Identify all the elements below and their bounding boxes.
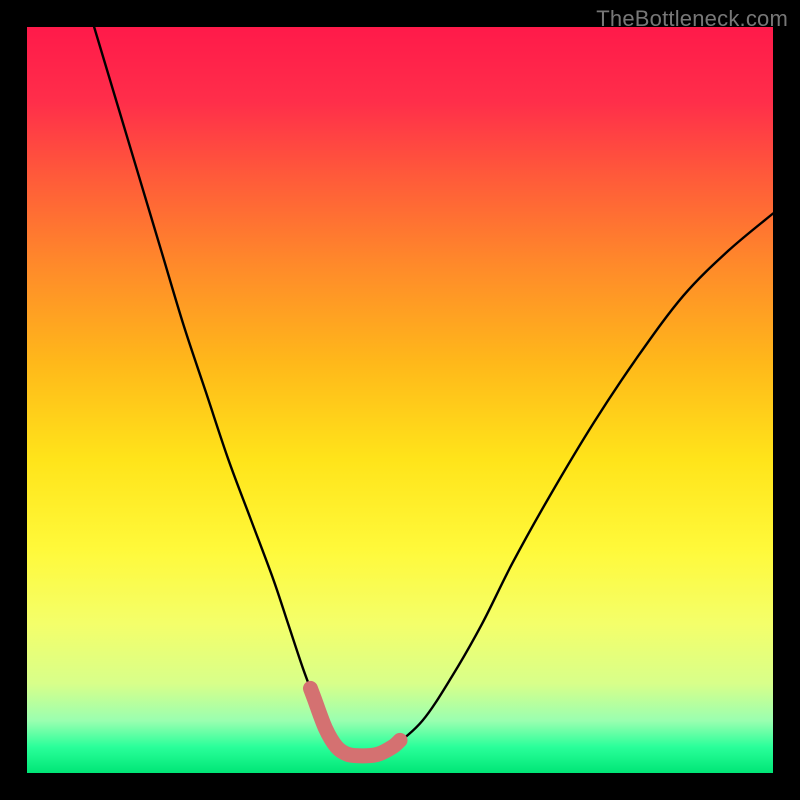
bottleneck-chart	[27, 27, 773, 773]
gradient-background	[27, 27, 773, 773]
plot-area	[27, 27, 773, 773]
chart-stage: TheBottleneck.com	[0, 0, 800, 800]
